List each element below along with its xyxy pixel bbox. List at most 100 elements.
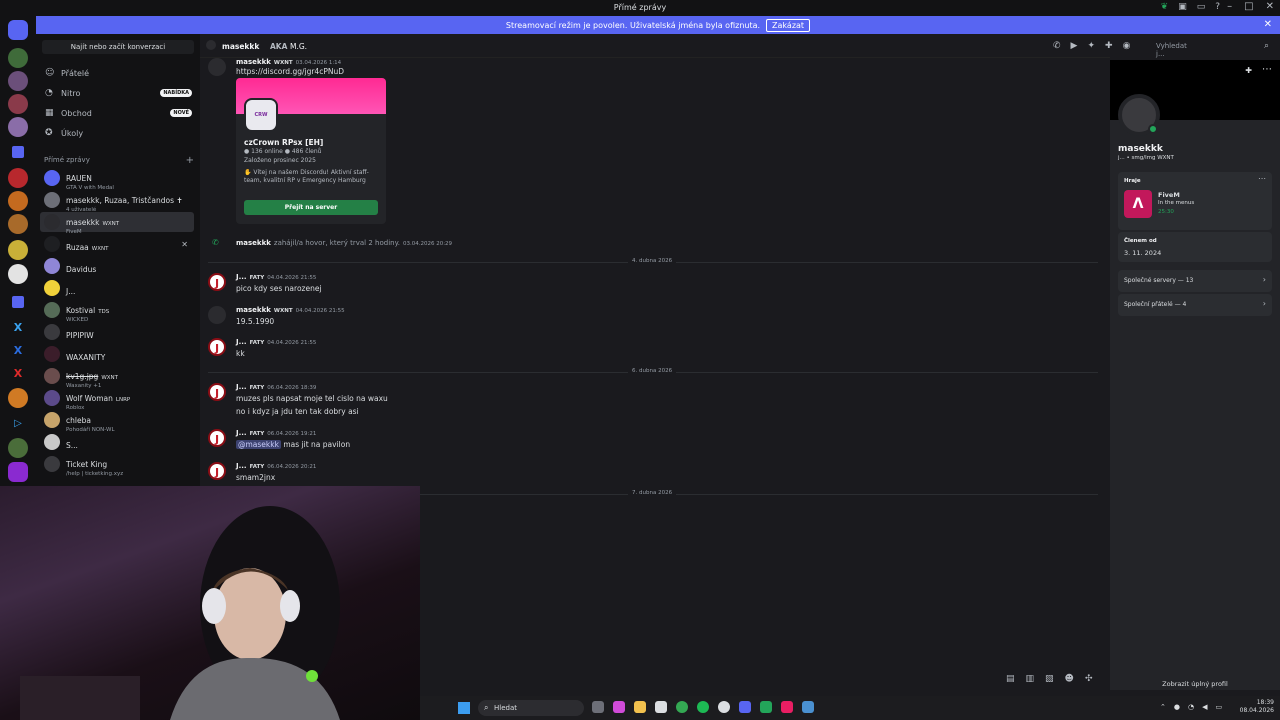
tiktok-icon[interactable]	[781, 701, 793, 713]
find-conversation-button[interactable]: Najít nebo začít konverzaci	[42, 40, 194, 54]
close-banner-icon[interactable]: ✕	[1264, 19, 1272, 30]
task-view-icon[interactable]	[592, 701, 604, 713]
dm-item[interactable]: kv1g.jpg WXNT Waxanity +1	[40, 366, 194, 389]
dm-item[interactable]: WAXANITY	[40, 344, 194, 364]
server-icon[interactable]	[8, 438, 28, 458]
message-author[interactable]: masekkk	[236, 58, 271, 66]
taskbar-search-input[interactable]: Hledat	[478, 700, 584, 716]
search-input[interactable]: Vyhledat j...	[1156, 42, 1187, 58]
add-friend-icon[interactable]: ✚	[1245, 66, 1252, 75]
copilot-icon[interactable]	[613, 701, 625, 713]
join-server-button[interactable]: Přejít na server	[244, 200, 378, 215]
server-icon[interactable]	[8, 264, 28, 284]
close-dm-icon[interactable]: ✕	[181, 240, 188, 249]
server-icon[interactable]	[8, 94, 28, 114]
close-window-icon[interactable]: ✕	[1266, 1, 1274, 12]
server-icon[interactable]	[8, 117, 28, 137]
store-icon[interactable]	[655, 701, 667, 713]
chrome-icon[interactable]	[676, 701, 688, 713]
disable-streamer-button[interactable]: Zakázat	[766, 18, 811, 32]
search-icon[interactable]: ⌕	[1264, 41, 1269, 51]
help-icon[interactable]: ?	[1215, 2, 1220, 12]
spotify-icon[interactable]	[697, 701, 709, 713]
dm-item[interactable]: Davidus	[40, 256, 194, 276]
chevron-up-icon[interactable]: ⌃	[1160, 703, 1166, 711]
message-author[interactable]: J...	[236, 462, 247, 470]
server-icon[interactable]	[8, 462, 28, 482]
mutual-servers-row[interactable]: Společné servery — 13 ›	[1118, 270, 1272, 292]
profile-avatar[interactable]	[1118, 94, 1160, 136]
maximize-icon[interactable]: □	[1244, 1, 1253, 12]
server-icon[interactable]: X	[8, 341, 28, 361]
windows-start-icon[interactable]	[458, 702, 470, 714]
message-author[interactable]: J...	[236, 429, 247, 437]
folder-icon[interactable]	[12, 296, 24, 308]
dm-item[interactable]: RAUEN GTA V with Medal	[40, 168, 194, 191]
dm-item[interactable]: chleba Pohodáři NON-WL	[40, 410, 194, 433]
nav-quests[interactable]: ✪ Úkoly	[42, 124, 192, 142]
steam-icon[interactable]	[802, 701, 814, 713]
dm-item[interactable]: Ruzaa WXNT ✕	[40, 234, 194, 254]
minimize-icon[interactable]: –	[1227, 1, 1232, 12]
server-icon[interactable]: ▷	[8, 414, 28, 434]
video-icon[interactable]: ▶	[1071, 41, 1078, 51]
nav-shop[interactable]: ▦ Obchod NOVÉ	[42, 104, 192, 122]
leaf-icon[interactable]: ❦	[1161, 2, 1169, 12]
github-icon[interactable]	[718, 701, 730, 713]
mutual-friends-row[interactable]: Společní přátelé — 4 ›	[1118, 294, 1272, 316]
dm-item-active[interactable]: masekkk WXNT FiveM	[40, 212, 194, 235]
server-icon[interactable]	[8, 191, 28, 211]
invite-stats: ● 136 online ● 486 členů	[244, 148, 322, 155]
discord-home-icon[interactable]	[8, 20, 28, 40]
dm-item[interactable]: J...	[40, 278, 194, 298]
pin-icon[interactable]: ✦	[1087, 41, 1095, 51]
message-author[interactable]: J...	[236, 383, 247, 391]
server-icon[interactable]	[8, 240, 28, 260]
volume-icon[interactable]: ◀	[1202, 703, 1207, 711]
avatar: J	[208, 383, 226, 401]
server-icon[interactable]: X	[8, 318, 28, 338]
more-options-icon[interactable]: ⋯	[1262, 64, 1272, 75]
dm-item[interactable]: Kostival TDS WICKED	[40, 300, 194, 323]
dm-item[interactable]: PIPIPIW	[40, 322, 194, 342]
discord-app-icon[interactable]	[739, 701, 751, 713]
file-explorer-icon[interactable]	[634, 701, 646, 713]
user-profile-icon[interactable]: ◉	[1123, 41, 1131, 51]
taskbar-clock[interactable]: 18:39 08.04.2026	[1240, 699, 1274, 715]
apps-icon[interactable]: ✣	[1085, 674, 1093, 684]
nav-friends[interactable]: ☺ Přátelé	[42, 64, 192, 82]
screen-icon[interactable]: ▣	[1178, 2, 1187, 12]
new-dm-icon[interactable]: +	[186, 155, 194, 166]
emoji-icon[interactable]: ☻	[1065, 674, 1074, 684]
battery-icon[interactable]: ▭	[1215, 703, 1222, 711]
gif-icon[interactable]: ▥	[1026, 674, 1035, 684]
dm-item[interactable]: masekkk, Ruzaa, Tristčandos ✝ 4 uživatelé	[40, 190, 194, 213]
dm-item[interactable]: S...	[40, 432, 194, 452]
message-author[interactable]: J...	[236, 338, 247, 346]
server-icon[interactable]	[8, 71, 28, 91]
dm-item[interactable]: Wolf Woman LNRP Roblox	[40, 388, 194, 411]
wifi-icon[interactable]: ◔	[1188, 703, 1194, 711]
view-full-profile-button[interactable]: Zobrazit úplný profil	[1110, 680, 1280, 688]
call-icon[interactable]: ✆	[1053, 41, 1061, 51]
message-author[interactable]: J...	[236, 273, 247, 281]
dm-item[interactable]: Ticket King/help | ticketking.xyz	[40, 454, 194, 477]
user-mention[interactable]: @masekkk	[236, 440, 281, 449]
gift-icon[interactable]: ▤	[1006, 674, 1015, 684]
server-icon[interactable]	[8, 168, 28, 188]
sticker-icon[interactable]: ▧	[1045, 674, 1054, 684]
invite-link[interactable]: https://discord.gg/jgr4cPNuD	[236, 67, 344, 76]
folder-icon[interactable]	[12, 146, 24, 158]
server-icon[interactable]	[8, 388, 28, 408]
message-author[interactable]: masekkk	[236, 306, 271, 314]
leaf-app-icon[interactable]	[760, 701, 772, 713]
add-friend-icon[interactable]: ✚	[1105, 41, 1113, 51]
inbox-icon[interactable]: ▭	[1197, 2, 1206, 12]
mic-icon[interactable]: ●	[1174, 703, 1180, 711]
more-options-icon[interactable]: ⋯	[1258, 174, 1266, 183]
message-author[interactable]: masekkk	[236, 239, 271, 247]
nav-nitro[interactable]: ◔ Nitro NABÍDKA	[42, 84, 192, 102]
server-icon[interactable]	[8, 214, 28, 234]
server-icon[interactable]	[8, 48, 28, 68]
server-icon[interactable]: X	[8, 364, 28, 384]
